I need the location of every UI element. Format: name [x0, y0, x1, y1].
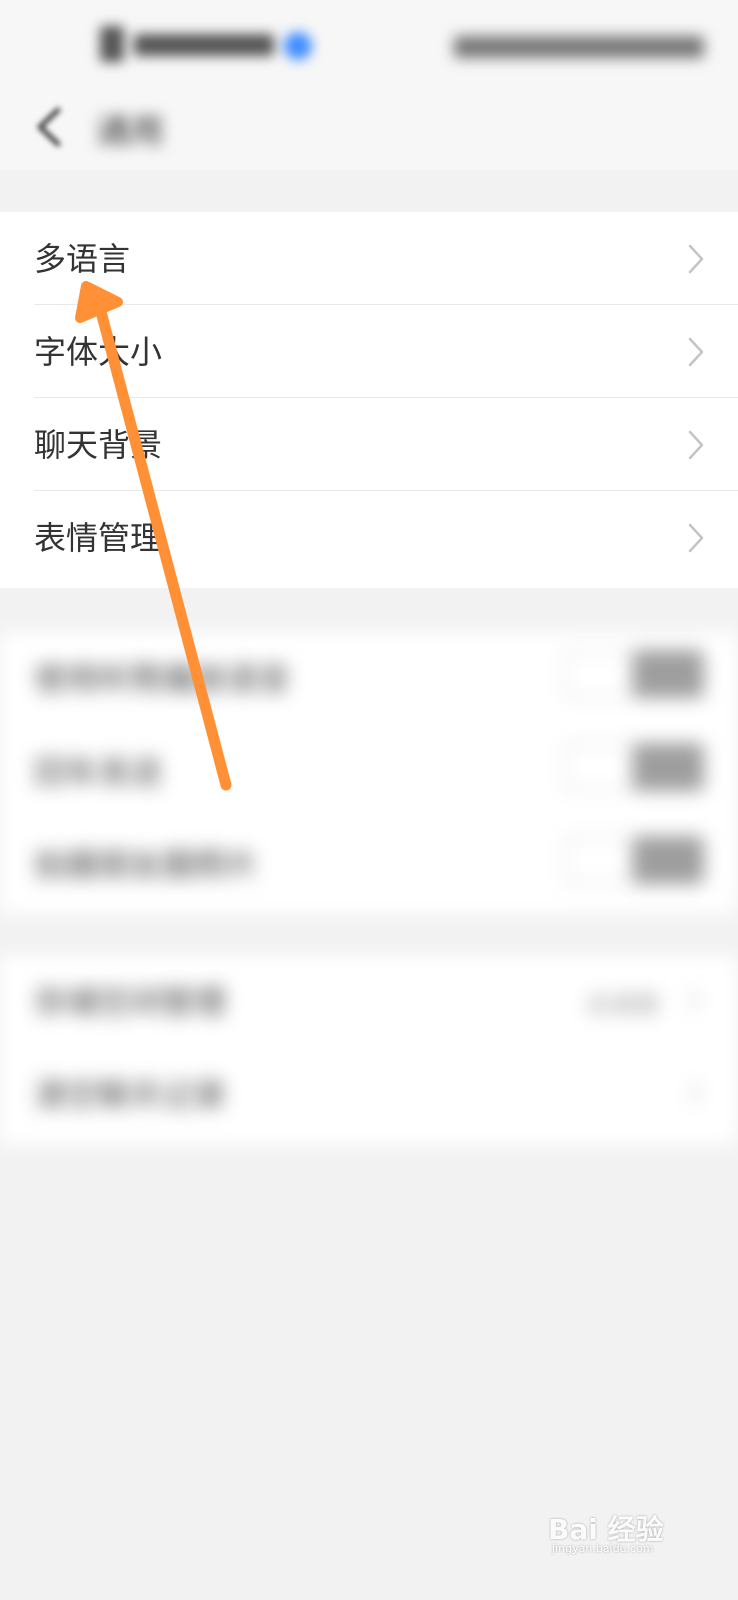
- chevron-right-icon: [686, 335, 706, 369]
- settings-item-label: 存储空间管理: [34, 983, 227, 1021]
- settings-item-label: 聊天背景: [34, 426, 163, 464]
- notification-dot-icon: [284, 32, 312, 60]
- settings-item-label: 拍摄朋友圈照片: [34, 846, 259, 884]
- status-bar: [0, 0, 738, 90]
- settings-screen: 通用 多语言 字体大小 聊天背景 表情管理 使用听筒播放语音 回车发送 拍摄朋友…: [0, 0, 738, 1600]
- settings-item-value: 去清理: [586, 991, 658, 1019]
- chevron-right-icon: [686, 1078, 704, 1108]
- status-bar-left-icons: [100, 26, 320, 66]
- page-header: 通用: [0, 90, 738, 170]
- toggle-switch[interactable]: [564, 836, 704, 884]
- watermark-url: jingyan.baidu.com: [552, 1542, 654, 1555]
- settings-item-label: 使用听筒播放语音: [34, 660, 291, 698]
- chevron-right-icon: [686, 985, 704, 1015]
- settings-group-storage: 存储空间管理 去清理 清空聊天记录: [0, 955, 738, 1145]
- settings-item-photo-toggle[interactable]: 拍摄朋友圈照片: [0, 818, 738, 911]
- chevron-right-icon: [686, 428, 706, 462]
- settings-item-label: 字体大小: [34, 333, 163, 371]
- settings-item-clear-history[interactable]: 清空聊天记录: [0, 1048, 738, 1141]
- chevron-right-icon: [686, 521, 706, 555]
- settings-item-storage[interactable]: 存储空间管理 去清理: [0, 955, 738, 1048]
- settings-item-language[interactable]: 多语言: [0, 212, 738, 305]
- chevron-right-icon: [686, 242, 706, 276]
- settings-item-font-size[interactable]: 字体大小: [0, 305, 738, 398]
- back-button[interactable]: [28, 102, 72, 152]
- status-bar-right-icons: [454, 36, 704, 60]
- settings-item-label: 回车发送: [34, 753, 163, 791]
- settings-item-label: 多语言: [34, 240, 131, 278]
- page-title: 通用: [96, 112, 164, 152]
- settings-item-earpiece-toggle[interactable]: 使用听筒播放语音: [0, 632, 738, 725]
- settings-group-chat-toggles: 使用听筒播放语音 回车发送 拍摄朋友圈照片: [0, 632, 738, 914]
- toggle-switch[interactable]: [564, 650, 704, 698]
- settings-group-display: 多语言 字体大小 聊天背景 表情管理: [0, 212, 738, 588]
- toggle-switch[interactable]: [564, 743, 704, 791]
- settings-item-label: 表情管理: [34, 519, 163, 557]
- settings-item-chat-background[interactable]: 聊天背景: [0, 398, 738, 491]
- chevron-left-icon: [37, 107, 61, 147]
- settings-item-sticker-management[interactable]: 表情管理: [0, 491, 738, 584]
- settings-item-label: 清空聊天记录: [34, 1076, 227, 1114]
- settings-item-enter-send-toggle[interactable]: 回车发送: [0, 725, 738, 818]
- baidu-jingyan-watermark: Bai 经验 jingyan.baidu.com: [548, 1490, 698, 1560]
